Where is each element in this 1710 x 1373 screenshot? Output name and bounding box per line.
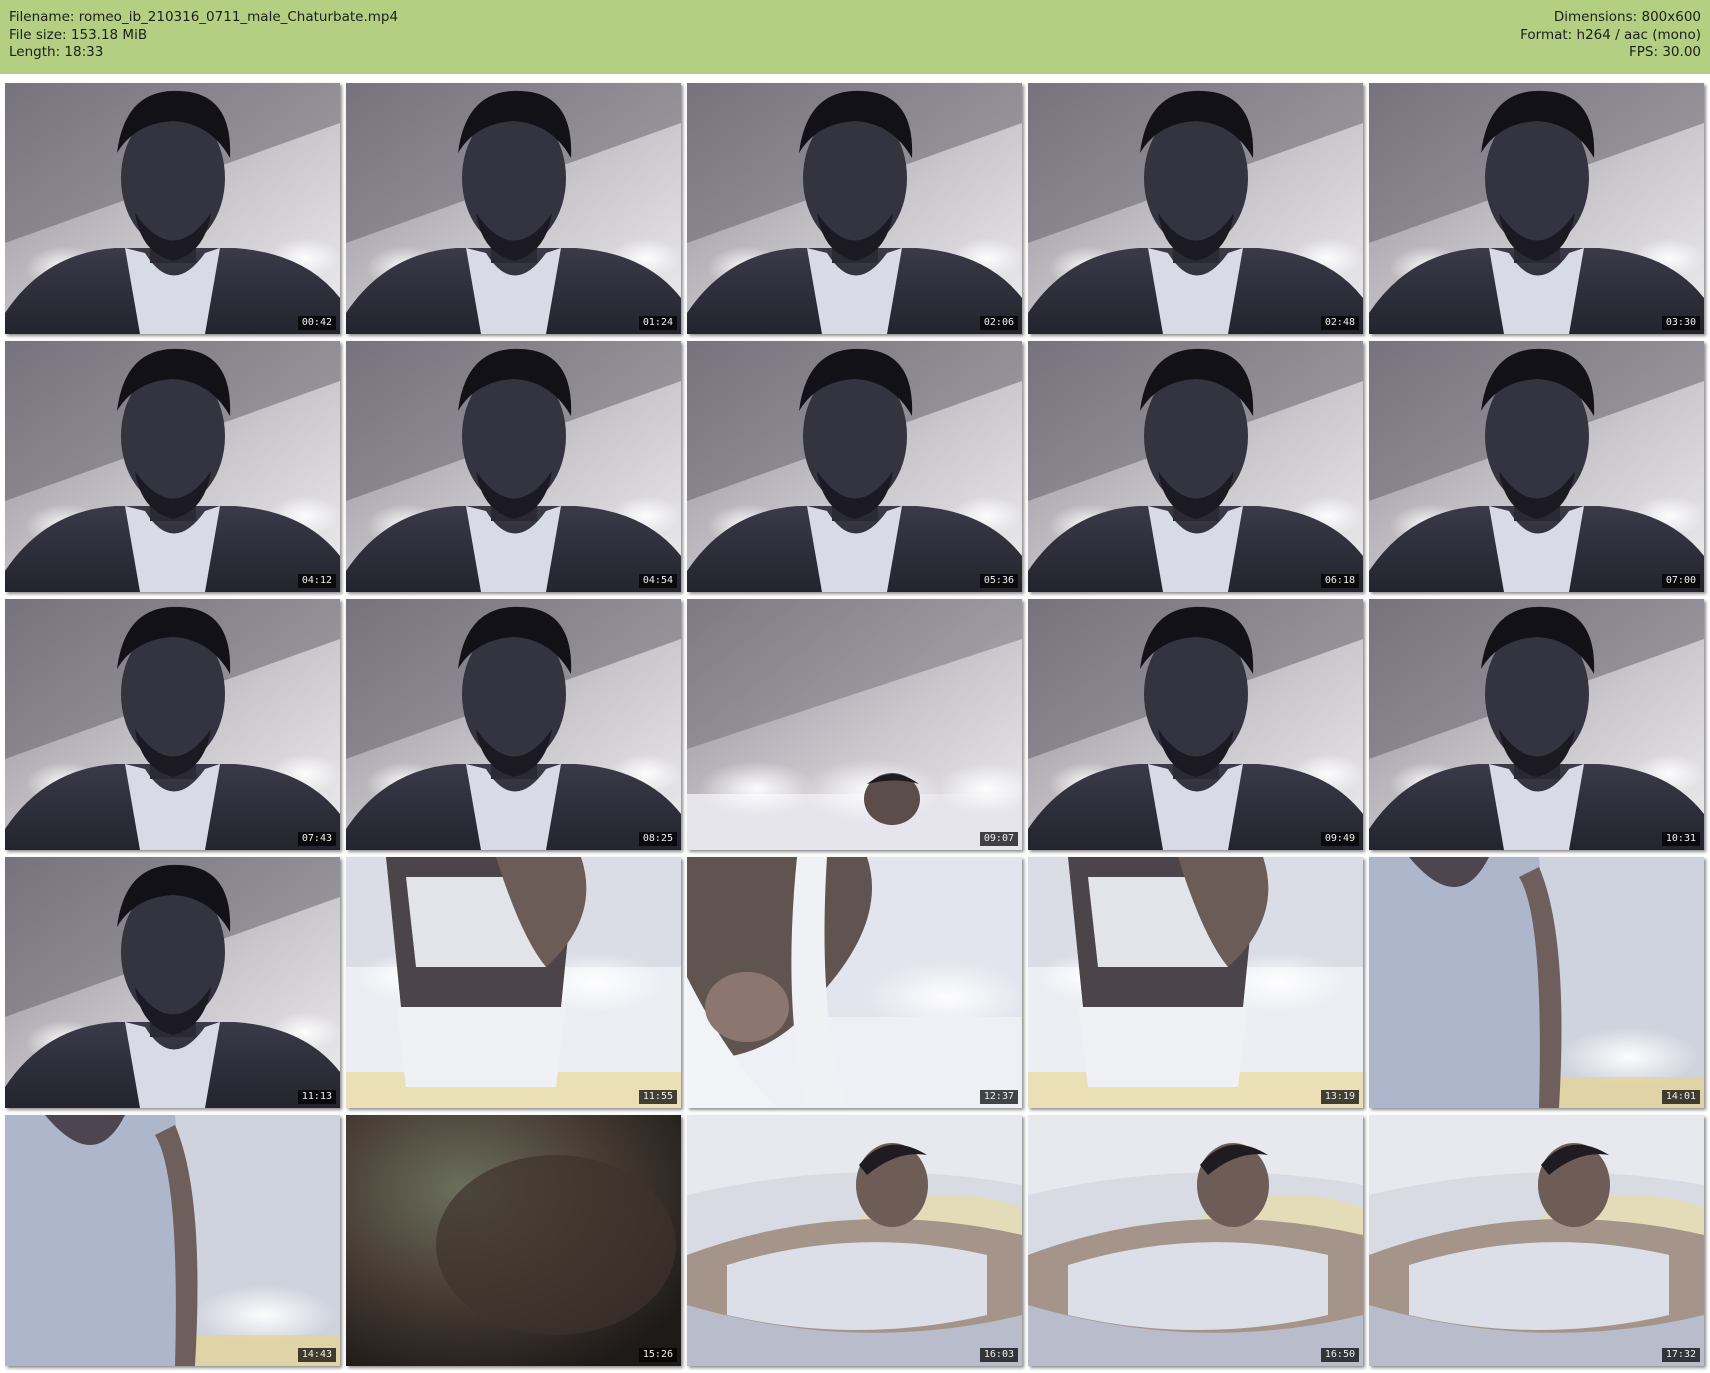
- thumbnail-image: [1028, 1115, 1363, 1366]
- thumbnail-timestamp: 09:49: [1320, 832, 1359, 846]
- thumbnail-timestamp: 03:30: [1661, 316, 1700, 330]
- thumbnail-timestamp: 14:01: [1661, 1090, 1700, 1104]
- thumbnail-timestamp: 12:37: [979, 1090, 1018, 1104]
- thumbnail-frame: 01:24: [346, 83, 681, 334]
- file-info-right: Dimensions: 800x600 Format: h264 / aac (…: [1520, 9, 1701, 62]
- thumbnail-frame: 04:12: [5, 341, 340, 592]
- thumbnail-frame: 05:36: [687, 341, 1022, 592]
- thumbnail-grid: 00:42 01:24 02:06 02:48 03:30 04:12 04:5…: [0, 74, 1710, 1373]
- thumbnail-frame: 02:06: [687, 83, 1022, 334]
- thumbnail-frame: 07:43: [5, 599, 340, 850]
- thumbnail-frame: 02:48: [1028, 83, 1363, 334]
- dimensions-text: Dimensions: 800x600: [1553, 9, 1701, 25]
- thumbnail-timestamp: 04:54: [638, 574, 677, 588]
- thumbnail-frame: 09:49: [1028, 599, 1363, 850]
- thumbnail-frame: 14:01: [1369, 857, 1704, 1108]
- thumbnail-frame: 08:25: [346, 599, 681, 850]
- thumbnail-image: [1369, 857, 1704, 1108]
- thumbnail-frame: 14:43: [5, 1115, 340, 1366]
- thumbnail-timestamp: 11:55: [638, 1090, 677, 1104]
- thumbnail-image: [5, 1115, 340, 1366]
- thumbnail-timestamp: 06:18: [1320, 574, 1359, 588]
- thumbnail-timestamp: 05:36: [979, 574, 1018, 588]
- thumbnail-timestamp: 02:06: [979, 316, 1018, 330]
- thumbnail-frame: 10:31: [1369, 599, 1704, 850]
- thumbnail-image: [1028, 857, 1363, 1108]
- thumbnail-timestamp: 14:43: [297, 1348, 336, 1362]
- thumbnail-timestamp: 04:12: [297, 574, 336, 588]
- format-text: Format: h264 / aac (mono): [1520, 26, 1701, 43]
- thumbnail-timestamp: 07:43: [297, 832, 336, 846]
- thumbnail-image: [5, 341, 340, 592]
- thumbnail-image: [346, 857, 681, 1108]
- thumbnail-image: [5, 83, 340, 334]
- filesize-text: File size: 153.18 MiB: [9, 26, 148, 43]
- thumbnail-frame: 03:30: [1369, 83, 1704, 334]
- thumbnail-frame: 15:26: [346, 1115, 681, 1366]
- thumbnail-image: [687, 83, 1022, 334]
- thumbnail-image: [1028, 341, 1363, 592]
- thumbnail-image: [687, 599, 1022, 850]
- thumbnail-timestamp: 01:24: [638, 316, 677, 330]
- thumbnail-frame: 13:19: [1028, 857, 1363, 1108]
- thumbnail-image: [5, 599, 340, 850]
- thumbnail-image: [1369, 1115, 1704, 1366]
- thumbnail-timestamp: 11:13: [297, 1090, 336, 1104]
- thumbnail-image: [346, 599, 681, 850]
- thumbnail-timestamp: 08:25: [638, 832, 677, 846]
- thumbnail-frame: 07:00: [1369, 341, 1704, 592]
- thumbnail-timestamp: 13:19: [1320, 1090, 1359, 1104]
- thumbnail-timestamp: 15:26: [638, 1348, 677, 1362]
- thumbnail-timestamp: 02:48: [1320, 316, 1359, 330]
- thumbnail-timestamp: 00:42: [297, 316, 336, 330]
- thumbnail-image: [687, 341, 1022, 592]
- thumbnail-image: [687, 1115, 1022, 1366]
- thumbnail-image: [687, 857, 1022, 1108]
- thumbnail-image: [1369, 83, 1704, 334]
- thumbnail-timestamp: 16:03: [979, 1348, 1018, 1362]
- thumbnail-image: [346, 341, 681, 592]
- thumbnail-frame: 17:32: [1369, 1115, 1704, 1366]
- thumbnail-image: [1028, 83, 1363, 334]
- thumbnail-timestamp: 07:00: [1661, 574, 1700, 588]
- thumbnail-frame: 12:37: [687, 857, 1022, 1108]
- thumbnail-frame: 04:54: [346, 341, 681, 592]
- thumbnail-frame: 00:42: [5, 83, 340, 334]
- thumbnail-image: [346, 83, 681, 334]
- thumbnail-timestamp: 16:50: [1320, 1348, 1359, 1362]
- file-info-left: Filename: romeo_ib_210316_0711_male_Chat…: [9, 9, 398, 62]
- thumbnail-image: [5, 857, 340, 1108]
- thumbnail-image: [1028, 599, 1363, 850]
- thumbnail-timestamp: 10:31: [1661, 832, 1700, 846]
- fps-text: FPS: 30.00: [1629, 44, 1701, 60]
- filename-text: Filename: romeo_ib_210316_0711_male_Chat…: [9, 9, 399, 25]
- thumbnail-timestamp: 17:32: [1661, 1348, 1700, 1362]
- thumbnail-image: [346, 1115, 681, 1366]
- thumbnail-frame: 09:07: [687, 599, 1022, 850]
- thumbnail-image: [1369, 341, 1704, 592]
- thumbnail-frame: 06:18: [1028, 341, 1363, 592]
- thumbnail-frame: 11:13: [5, 857, 340, 1108]
- thumbnail-frame: 16:03: [687, 1115, 1022, 1366]
- thumbnail-frame: 16:50: [1028, 1115, 1363, 1366]
- thumbnail-frame: 11:55: [346, 857, 681, 1108]
- info-header: Filename: romeo_ib_210316_0711_male_Chat…: [0, 0, 1710, 74]
- thumbnail-timestamp: 09:07: [979, 832, 1018, 846]
- length-text: Length: 18:33: [9, 44, 104, 60]
- thumbnail-image: [1369, 599, 1704, 850]
